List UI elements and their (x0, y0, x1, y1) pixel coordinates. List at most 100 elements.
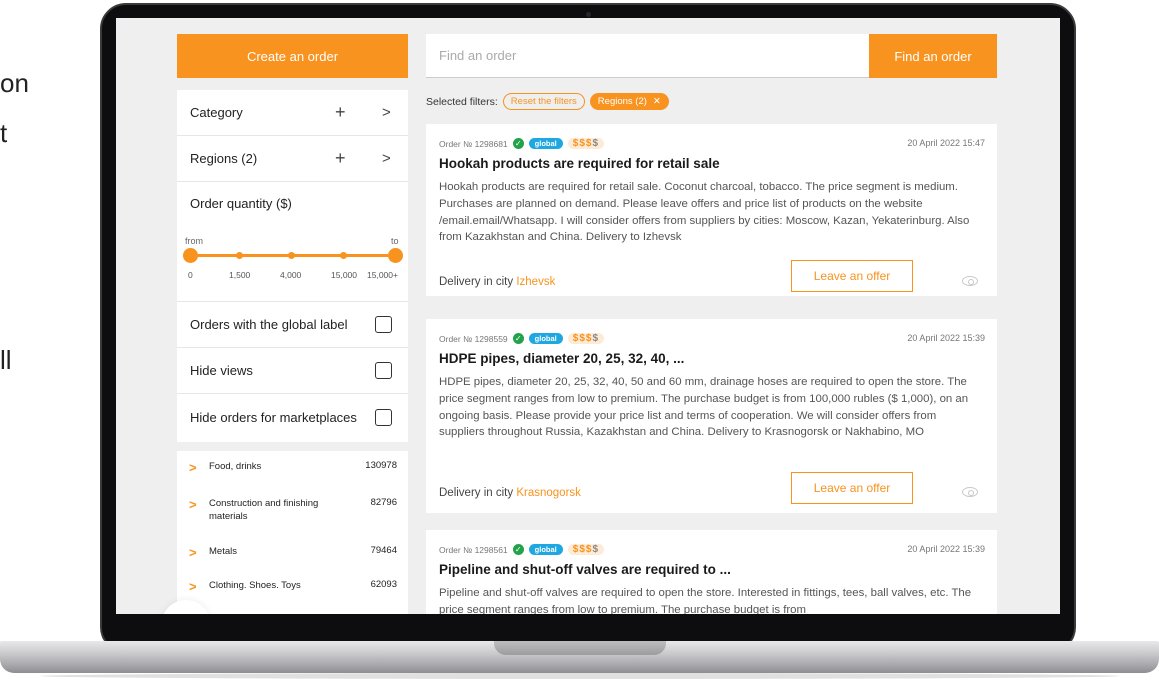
category-name: Metals (209, 546, 237, 557)
category-name: Construction and finishing materials (209, 498, 319, 522)
order-description: HDPE pipes, diameter 20, 25, 32, 40, 50 … (439, 376, 969, 439)
slider-handle-min[interactable] (183, 248, 198, 263)
category-count: 82796 (370, 497, 397, 508)
price-inactive: $ (592, 544, 600, 555)
checkbox[interactable] (375, 362, 392, 379)
filter-panel: Category + > Regions (2) + > Order quant… (177, 90, 408, 442)
chevron-right-icon: > (189, 460, 197, 475)
delivery-city[interactable]: Izhevsk (516, 276, 555, 288)
eye-icon[interactable] (962, 487, 978, 497)
order-number: Order № 1298681 (439, 138, 508, 149)
verified-check-icon: ✓ (512, 544, 524, 555)
order-meta: Order № 1298681 ✓ global $$$$ (439, 138, 605, 149)
filter-hide-views[interactable]: Hide views (177, 348, 408, 394)
plus-icon[interactable]: + (335, 148, 346, 169)
order-date: 20 April 2022 15:39 (907, 333, 985, 343)
slider-tick-label: 1,500 (229, 270, 251, 280)
chevron-right-icon: > (189, 579, 197, 594)
filter-global-label[interactable]: Orders with the global label (177, 302, 408, 348)
price-inactive: $ (592, 138, 600, 149)
slider-tick (340, 252, 347, 259)
price-active: $$$ (572, 138, 593, 149)
background-text-fragment: on (0, 68, 29, 98)
order-quantity-slider: Order quantity ($) from to 0 1,500 4,000… (177, 182, 408, 302)
verified-check-icon: ✓ (512, 138, 524, 149)
order-title[interactable]: Pipeline and shut-off valves are require… (439, 562, 731, 577)
order-description: Pipeline and shut-off valves are require… (439, 587, 972, 614)
slider-tick (288, 252, 295, 259)
filter-chip-label: Regions (2) (597, 96, 647, 107)
chevron-right-icon[interactable]: > (382, 150, 391, 167)
delivery-prefix: Delivery in city (439, 487, 514, 499)
checkbox-label: Hide views (190, 363, 253, 378)
category-count: 62093 (370, 579, 397, 590)
order-delivery: Delivery in city Krasnogorsk (439, 487, 581, 499)
filter-row-label: Category (190, 105, 243, 120)
slider-tick (236, 252, 243, 259)
order-date: 20 April 2022 15:39 (907, 544, 985, 554)
price-segment: $$$$ (567, 333, 605, 344)
slider-handle-max[interactable] (388, 248, 403, 263)
slider-tick-label: 15,000+ (367, 270, 398, 280)
create-order-button[interactable]: Create an order (177, 34, 408, 78)
category-name: Food, drinks (209, 461, 262, 472)
delivery-city[interactable]: Krasnogorsk (516, 487, 581, 499)
filter-hide-marketplaces[interactable]: Hide orders for marketplaces (177, 394, 408, 440)
order-card[interactable]: Order № 1298561 ✓ global $$$$ 20 April 2… (426, 530, 997, 614)
slider-tick-label: 0 (188, 270, 193, 280)
slider-title: Order quantity ($) (190, 196, 292, 211)
slider-to-label: to (391, 236, 399, 246)
order-card[interactable]: Order № 1298681 ✓ global $$$$ 20 April 2… (426, 124, 997, 296)
chevron-right-icon[interactable]: > (382, 104, 391, 121)
selected-filters-label: Selected filters: (426, 95, 498, 108)
laptop-screen: Create an order Category + > Regions (2)… (116, 18, 1060, 614)
category-name: Clothing. Shoes. Toys (209, 580, 301, 591)
filter-chip-regions[interactable]: Regions (2) ✕ (589, 93, 669, 110)
order-number: Order № 1298561 (439, 544, 508, 555)
search-button[interactable]: Find an order (869, 34, 997, 78)
order-date: 20 April 2022 15:47 (907, 138, 985, 148)
delivery-prefix: Delivery in city (439, 276, 514, 288)
checkbox[interactable] (375, 408, 392, 426)
order-description: Hookah products are required for retail … (439, 181, 970, 244)
category-list: > Food, drinks 130978 > Construction and… (177, 451, 408, 614)
close-icon[interactable]: ✕ (653, 96, 661, 107)
filter-row-category[interactable]: Category + > (177, 90, 408, 136)
order-meta: Order № 1298561 ✓ global $$$$ (439, 544, 605, 555)
order-card[interactable]: Order № 1298559 ✓ global $$$$ 20 April 2… (426, 319, 997, 513)
chevron-right-icon: > (189, 545, 197, 560)
eye-icon[interactable] (962, 276, 978, 286)
selected-filters: Selected filters: Reset the filters Regi… (426, 93, 669, 110)
plus-icon[interactable]: + (335, 102, 346, 123)
checkbox-label: Orders with the global label (190, 317, 348, 332)
category-count: 130978 (365, 460, 397, 471)
background-text-fragment: ll (0, 345, 12, 375)
verified-check-icon: ✓ (512, 333, 524, 344)
checkbox-label: Hide orders for marketplaces (190, 409, 357, 425)
filter-row-regions[interactable]: Regions (2) + > (177, 136, 408, 182)
slider-tick-label: 15,000 (331, 270, 357, 280)
price-inactive: $ (592, 333, 600, 344)
category-count: 79464 (370, 545, 397, 556)
slider-from-label: from (185, 236, 203, 246)
leave-offer-button[interactable]: Leave an offer (791, 472, 913, 504)
slider-tick-label: 4,000 (280, 270, 302, 280)
order-title[interactable]: HDPE pipes, diameter 20, 25, 32, 40, ... (439, 351, 684, 366)
laptop-shadow (40, 673, 1120, 679)
search-input[interactable] (426, 34, 869, 78)
price-segment: $$$$ (567, 138, 605, 149)
order-title[interactable]: Hookah products are required for retail … (439, 156, 720, 171)
global-badge: global (528, 333, 563, 344)
leave-offer-button[interactable]: Leave an offer (791, 260, 913, 292)
reset-filters-button[interactable]: Reset the filters (502, 93, 585, 110)
checkbox[interactable] (375, 316, 392, 333)
filter-row-label: Regions (2) (190, 151, 258, 166)
price-segment: $$$$ (567, 544, 605, 555)
chevron-right-icon: > (189, 497, 197, 512)
order-meta: Order № 1298559 ✓ global $$$$ (439, 333, 605, 344)
laptop-notch (494, 641, 666, 655)
order-delivery: Delivery in city Izhevsk (439, 276, 555, 288)
order-number: Order № 1298559 (439, 333, 508, 344)
global-badge: global (528, 544, 563, 555)
background-text-fragment: t (0, 118, 8, 148)
